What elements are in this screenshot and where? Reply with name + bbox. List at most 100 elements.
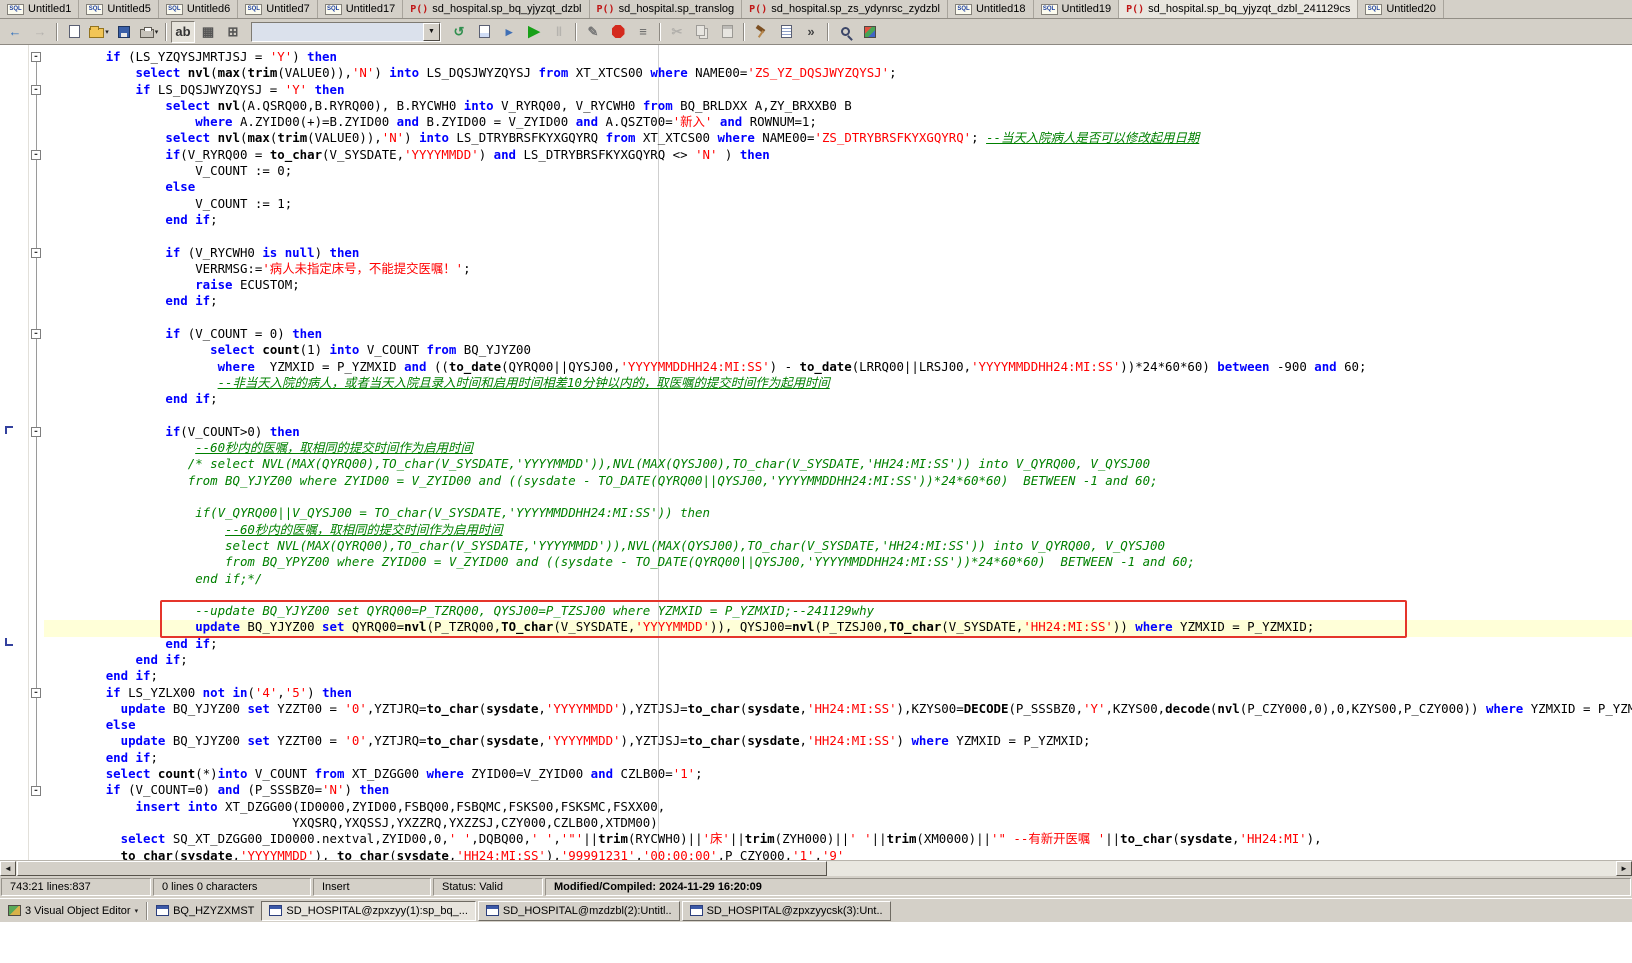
- code-line[interactable]: if (V_RYCWH0 is null) then: [46, 245, 1632, 261]
- code-line[interactable]: end if;: [46, 391, 1632, 407]
- code-line[interactable]: end if;*/: [46, 571, 1632, 587]
- code-line[interactable]: end if;: [46, 652, 1632, 668]
- window-button-bq-hzyzxmst[interactable]: BQ_HZYZXMST: [150, 901, 260, 921]
- tab-sd_hospital.sp_bq_yjyzqt_dzbl[interactable]: P() sd_hospital.sp_bq_yjyzqt_dzbl: [403, 0, 590, 18]
- code-line[interactable]: if(V_RYRQ00 = to_char(V_SYSDATE,'YYYYMMD…: [46, 147, 1632, 163]
- code-line[interactable]: else: [46, 179, 1632, 195]
- code-line[interactable]: select NVL(MAX(QYRQ00),TO_char(V_SYSDATE…: [46, 538, 1632, 554]
- overflow-button[interactable]: »: [799, 21, 823, 43]
- window-button-sd-hospital-1[interactable]: SD_HOSPITAL@zpxzyy(1):sp_bq_...: [261, 900, 476, 921]
- scrollbar-thumb[interactable]: [17, 861, 827, 876]
- code-editor[interactable]: if (LS_YZQYSJMRTJSJ = 'Y') then select n…: [0, 45, 1632, 860]
- fold-collapse-box[interactable]: -: [31, 785, 41, 796]
- code-line[interactable]: V_COUNT := 1;: [46, 196, 1632, 212]
- code-line[interactable]: where A.ZYID00(+)=B.ZYID00 and B.ZYID00 …: [46, 114, 1632, 130]
- new-document-button[interactable]: [62, 21, 86, 43]
- tab-untitled1[interactable]: SQL Untitled1: [0, 0, 80, 18]
- save-button[interactable]: [112, 21, 136, 43]
- code-line[interactable]: select nvl(A.QSRQ00,B.RYRQ00), B.RYCWH0 …: [46, 98, 1632, 114]
- beautifier-button[interactable]: [858, 21, 882, 43]
- code-line[interactable]: select nvl(max(trim(VALUE0)),'N') into L…: [46, 130, 1632, 146]
- window-button-sd-hospital-3[interactable]: SD_HOSPITAL@zpxzyycsk(3):Unt..: [681, 900, 891, 921]
- window-button-sd-hospital-2[interactable]: SD_HOSPITAL@mzdzbl(2):Untitl..: [477, 900, 680, 921]
- code-line[interactable]: --非当天入院的病人，或者当天入院且录入时间和启用时间相差10分钟以内的，取医嘱…: [46, 375, 1632, 391]
- code-line[interactable]: from BQ_YPYZ00 where ZYID00 = V_ZYID00 a…: [46, 554, 1632, 570]
- tab-untitled19[interactable]: SQL Untitled19: [1034, 0, 1120, 18]
- code-line[interactable]: if(V_COUNT>0) then: [46, 424, 1632, 440]
- code-line[interactable]: select SQ_XT_DZGG00_ID0000.nextval,ZYID0…: [46, 831, 1632, 847]
- code-line[interactable]: V_COUNT := 0;: [46, 163, 1632, 179]
- code-line[interactable]: VERRMSG:='病人未指定床号，不能提交医嘱！';: [46, 261, 1632, 277]
- fold-collapse-box[interactable]: -: [31, 52, 41, 62]
- run-script-button[interactable]: ▸: [497, 21, 521, 43]
- split-window-button[interactable]: ⊞: [221, 21, 245, 43]
- code-line[interactable]: YXQSRQ,YXQSSJ,YXZZRQ,YXZZSJ,CZY000,CZLB0…: [46, 815, 1632, 831]
- code-line[interactable]: insert into XT_DZGG00(ID0000,ZYID00,FSBQ…: [46, 799, 1632, 815]
- code-line[interactable]: [46, 408, 1632, 424]
- code-line[interactable]: end if;: [46, 636, 1632, 652]
- code-line[interactable]: raise ECUSTOM;: [46, 277, 1632, 293]
- code-line[interactable]: if (V_COUNT = 0) then: [46, 326, 1632, 342]
- tab-untitled18[interactable]: SQL Untitled18: [948, 0, 1034, 18]
- find-button[interactable]: [833, 21, 857, 43]
- stop-button[interactable]: [606, 21, 630, 43]
- indent-button[interactable]: ≡: [631, 21, 655, 43]
- fold-collapse-box[interactable]: -: [31, 149, 41, 160]
- tab-sd_hospital.sp_bq_yjyzqt_dzbl_241129cs[interactable]: P() sd_hospital.sp_bq_yjyzqt_dzbl_241129c…: [1119, 0, 1359, 18]
- fold-collapse-box[interactable]: -: [31, 426, 41, 437]
- sql-combobox[interactable]: ▼: [251, 21, 441, 42]
- scroll-left-button[interactable]: ◄: [0, 861, 16, 876]
- code-line[interactable]: select count(*)into V_COUNT from XT_DZGG…: [46, 766, 1632, 782]
- code-line[interactable]: end if;: [46, 750, 1632, 766]
- sql-sheet-button[interactable]: [472, 21, 496, 43]
- code-line[interactable]: /* select NVL(MAX(QYRQ00),TO_char(V_SYSD…: [46, 456, 1632, 472]
- compile-log-button[interactable]: [774, 21, 798, 43]
- code-line[interactable]: if (V_COUNT=0) and (P_SSSBZ0='N') then: [46, 782, 1632, 798]
- horizontal-scrollbar[interactable]: ◄ ►: [0, 860, 1632, 876]
- code-line[interactable]: [46, 228, 1632, 244]
- code-line[interactable]: to_char(sysdate,'YYYYMMDD'), to_char(sys…: [46, 848, 1632, 860]
- fold-collapse-box[interactable]: -: [31, 687, 41, 698]
- code-line[interactable]: update BQ_YJYZ00 set YZZT00 = '0',YZTJRQ…: [46, 733, 1632, 749]
- dropdown-arrow-icon[interactable]: ▾: [105, 28, 109, 36]
- back-button[interactable]: ←: [3, 21, 27, 43]
- code-line[interactable]: if LS_YZLX00 not in('4','5') then: [46, 685, 1632, 701]
- tab-untitled5[interactable]: SQL Untitled5: [79, 0, 159, 18]
- code-line[interactable]: --60秒内的医嘱，取相同的提交时间作为启用时间: [46, 440, 1632, 456]
- code-line[interactable]: if LS_DQSJWYZQYSJ = 'Y' then: [46, 82, 1632, 98]
- fold-collapse-box[interactable]: -: [31, 247, 41, 258]
- execute-button[interactable]: ▶: [522, 21, 546, 43]
- code-line[interactable]: if(V_QYRQ00||V_QYSJ00 = TO_char(V_SYSDAT…: [46, 505, 1632, 521]
- code-line[interactable]: [46, 489, 1632, 505]
- syntax-toggle-button[interactable]: ab: [171, 20, 195, 43]
- print-button[interactable]: ▾: [137, 21, 161, 43]
- code-line[interactable]: end if;: [46, 212, 1632, 228]
- tab-untitled20[interactable]: SQL Untitled20: [1358, 0, 1444, 18]
- object-editor-selector[interactable]: 3 Visual Object Editor ▾: [2, 901, 144, 921]
- code-lines[interactable]: if (LS_YZQYSJMRTJSJ = 'Y') then select n…: [0, 45, 1632, 860]
- code-line[interactable]: [46, 310, 1632, 326]
- grid-button[interactable]: ▦: [196, 21, 220, 43]
- dropdown-arrow-icon[interactable]: ▾: [155, 28, 159, 36]
- code-line[interactable]: select count(1) into V_COUNT from BQ_YJY…: [46, 342, 1632, 358]
- fold-collapse-box[interactable]: -: [31, 329, 41, 340]
- tab-untitled6[interactable]: SQL Untitled6: [159, 0, 239, 18]
- edit-data-button[interactable]: ✎: [581, 21, 605, 43]
- open-button[interactable]: ▾: [87, 21, 111, 43]
- code-line[interactable]: update BQ_YJYZ00 set YZZT00 = '0',YZTJRQ…: [46, 701, 1632, 717]
- tab-untitled17[interactable]: SQL Untitled17: [318, 0, 404, 18]
- tab-untitled7[interactable]: SQL Untitled7: [238, 0, 318, 18]
- refresh-button[interactable]: ↺: [447, 21, 471, 43]
- code-line[interactable]: end if;: [46, 293, 1632, 309]
- code-line[interactable]: select nvl(max(trim(VALUE0)),'N') into L…: [46, 65, 1632, 81]
- fold-collapse-box[interactable]: -: [31, 84, 41, 95]
- code-line[interactable]: else: [46, 717, 1632, 733]
- dropdown-arrow-icon[interactable]: ▾: [135, 907, 139, 915]
- code-line[interactable]: --60秒内的医嘱，取相同的提交时间作为启用时间: [46, 522, 1632, 538]
- tab-sd_hospital.sp_translog[interactable]: P() sd_hospital.sp_translog: [590, 0, 743, 18]
- tab-sd_hospital.sp_zs_ydynrsc_zydzbl[interactable]: P() sd_hospital.sp_zs_ydynrsc_zydzbl: [742, 0, 948, 18]
- scroll-right-button[interactable]: ►: [1616, 861, 1632, 876]
- code-line[interactable]: where YZMXID = P_YZMXID and ((to_date(QY…: [46, 359, 1632, 375]
- code-line[interactable]: from BQ_YJYZ00 where ZYID00 = V_ZYID00 a…: [46, 473, 1632, 489]
- compile-button[interactable]: [749, 21, 773, 43]
